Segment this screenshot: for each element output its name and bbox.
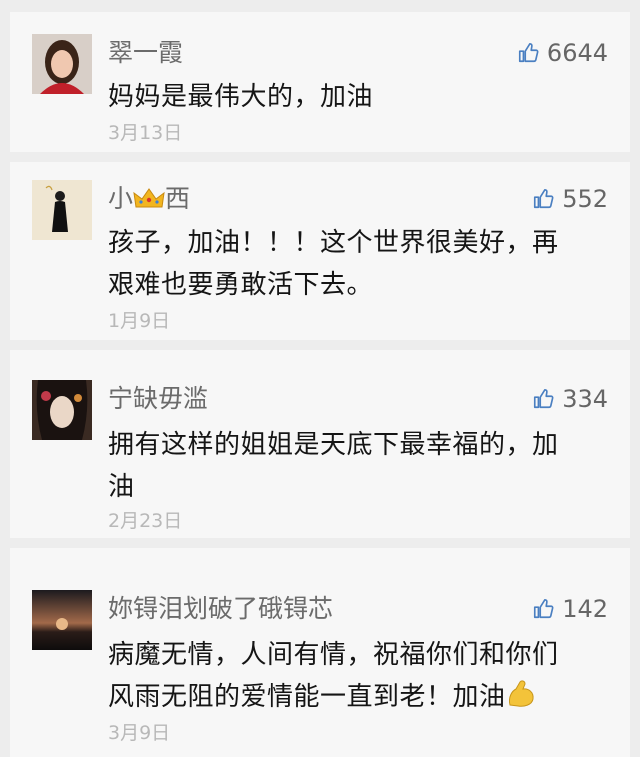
thumbs-up-icon	[518, 43, 539, 63]
thumbs-up-icon	[534, 189, 554, 209]
comment-card: 宁缺毋滥 334 拥有这样的姐姐是天底下最幸福的，加 油 2月23日	[10, 350, 630, 538]
comment-text: 妈妈是最伟大的，加油	[108, 82, 374, 112]
like-button[interactable]: 142	[532, 594, 608, 624]
comment-card: 小 西 552 孩子，加油！！！这个世界很美好，再 艰难也要勇敢活下去。 1月9…	[10, 162, 630, 340]
comment-text: 拥有这样的姐姐是天底下最幸福的，加 油	[108, 430, 559, 502]
avatar[interactable]	[32, 34, 92, 94]
commenter-name[interactable]: 妳锝泪划破了硪锝芯	[108, 594, 333, 624]
commenter-name[interactable]: 宁缺毋滥	[108, 384, 208, 414]
crown-emoji-icon	[133, 188, 165, 208]
like-button[interactable]: 6644	[517, 38, 608, 68]
comment-date: 2月23日	[108, 510, 183, 532]
comment-card: 翠一霞 6644 妈妈是最伟大的，加油 3月13日	[10, 12, 630, 152]
comment-card: 妳锝泪划破了硪锝芯 142 病魔无情，人间有情，祝福你们和你们 风雨无阻的爱情能…	[10, 548, 630, 757]
commenter-name[interactable]: 翠一霞	[108, 38, 183, 68]
like-button[interactable]: 334	[532, 384, 608, 414]
like-count: 6644	[546, 39, 608, 67]
like-count: 334	[562, 385, 608, 413]
comment-date: 3月13日	[108, 122, 183, 144]
avatar[interactable]	[32, 590, 92, 650]
like-count: 552	[562, 185, 608, 213]
avatar[interactable]	[32, 180, 92, 240]
comment-text: 病魔无情，人间有情，祝福你们和你们 风雨无阻的爱情能一直到老！加油	[108, 640, 559, 712]
flexed-biceps-emoji-icon	[508, 680, 534, 707]
comment-text: 孩子，加油！！！这个世界很美好，再 艰难也要勇敢活下去。	[108, 228, 559, 300]
like-button[interactable]: 552	[532, 184, 608, 214]
comment-date: 3月9日	[108, 722, 171, 744]
comment-date: 1月9日	[108, 310, 171, 332]
commenter-name[interactable]: 小 西	[108, 184, 190, 214]
thumbs-up-icon	[534, 599, 554, 619]
avatar[interactable]	[32, 380, 92, 440]
like-count: 142	[562, 595, 608, 623]
thumbs-up-icon	[534, 389, 554, 409]
